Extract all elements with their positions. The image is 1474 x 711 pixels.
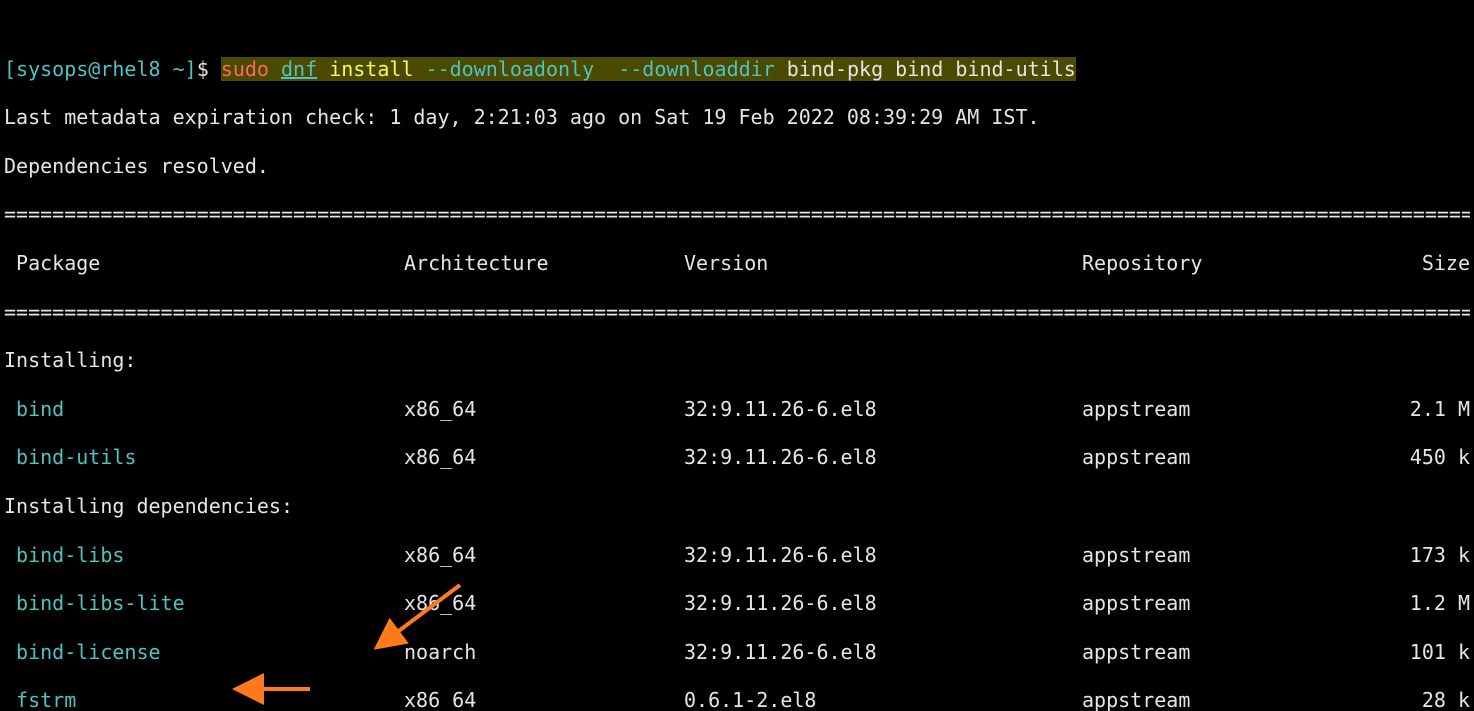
pkg-size: 1.2 M	[1402, 591, 1470, 615]
pkg-name: fstrm	[4, 688, 404, 711]
hdr-repo: Repository	[1082, 251, 1402, 275]
pkg-repo: appstream	[1082, 445, 1402, 469]
command-input: sudo dnf install --downloadonly --downlo…	[221, 57, 1076, 81]
flag-downloaddir: --downloaddir	[618, 57, 775, 81]
rule-mid: ========================================…	[4, 300, 1470, 324]
dnf-token: dnf	[281, 57, 317, 81]
pkg-name: bind-libs-lite	[4, 591, 404, 615]
table-header: PackageArchitectureVersionRepositorySize	[4, 251, 1470, 275]
pkg-version: 32:9.11.26-6.el8	[684, 640, 1082, 664]
pkg-repo: appstream	[1082, 640, 1402, 664]
pkg-arch: x86_64	[404, 688, 684, 711]
pkg-arch: x86_64	[404, 591, 684, 615]
table-row: bind-libs-litex86_6432:9.11.26-6.el8apps…	[4, 591, 1470, 615]
pkg-version: 0.6.1-2.el8	[684, 688, 1082, 711]
hdr-size: Size	[1402, 251, 1470, 275]
pkg-repo: appstream	[1082, 543, 1402, 567]
section-installing: Installing:	[4, 348, 1470, 372]
pkg-name: bind	[4, 397, 404, 421]
pkg-name: bind-libs	[4, 543, 404, 567]
flag-downloadonly: --downloadonly	[426, 57, 595, 81]
pkg-size: 101 k	[1402, 640, 1470, 664]
pkg-arch: x86_64	[404, 543, 684, 567]
table-row: bind-utilsx86_6432:9.11.26-6.el8appstrea…	[4, 445, 1470, 469]
deps-resolved-line: Dependencies resolved.	[4, 154, 1470, 178]
shell-prompt-line: [sysops@rhel8 ~]$ sudo dnf install --dow…	[4, 57, 1470, 81]
table-row: bindx86_6432:9.11.26-6.el8appstream2.1 M	[4, 397, 1470, 421]
section-installing-deps: Installing dependencies:	[4, 494, 1470, 518]
pkg-version: 32:9.11.26-6.el8	[684, 445, 1082, 469]
table-row: bind-libsx86_6432:9.11.26-6.el8appstream…	[4, 543, 1470, 567]
pkg-size: 28 k	[1402, 688, 1470, 711]
hdr-arch: Architecture	[404, 251, 684, 275]
pkg-name: bind-utils	[4, 445, 404, 469]
pkg-repo: appstream	[1082, 397, 1402, 421]
pkg-name: bind-license	[4, 640, 404, 664]
pkg-version: 32:9.11.26-6.el8	[684, 397, 1082, 421]
pkg-arch: noarch	[404, 640, 684, 664]
pkg-size: 2.1 M	[1402, 397, 1470, 421]
hdr-version: Version	[684, 251, 1082, 275]
table-row: bind-licensenoarch32:9.11.26-6.el8appstr…	[4, 640, 1470, 664]
prompt-dollar: $	[197, 57, 221, 81]
sudo-token: sudo	[221, 57, 269, 81]
prompt-user-host: [sysops@rhel8 ~]	[4, 57, 197, 81]
rule-top: ========================================…	[4, 202, 1470, 226]
pkg-repo: appstream	[1082, 591, 1402, 615]
pkg-size: 173 k	[1402, 543, 1470, 567]
pkg-arch: x86_64	[404, 397, 684, 421]
hdr-package: Package	[4, 251, 404, 275]
table-row: fstrmx86_640.6.1-2.el8appstream28 k	[4, 688, 1470, 711]
pkg-version: 32:9.11.26-6.el8	[684, 543, 1082, 567]
pkg-version: 32:9.11.26-6.el8	[684, 591, 1082, 615]
command-args: bind-pkg bind bind-utils	[787, 57, 1076, 81]
pkg-arch: x86_64	[404, 445, 684, 469]
install-token: install	[329, 57, 413, 81]
pkg-size: 450 k	[1402, 445, 1470, 469]
metadata-line: Last metadata expiration check: 1 day, 2…	[4, 105, 1470, 129]
pkg-repo: appstream	[1082, 688, 1402, 711]
terminal-output[interactable]: [sysops@rhel8 ~]$ sudo dnf install --dow…	[0, 24, 1474, 711]
